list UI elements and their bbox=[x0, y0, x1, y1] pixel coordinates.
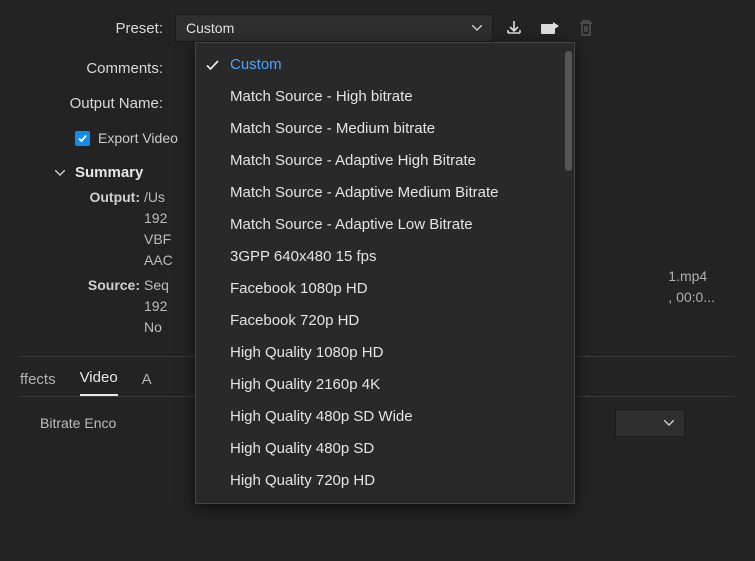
export-video-checkbox[interactable] bbox=[75, 131, 90, 146]
preset-row: Preset: Custom bbox=[20, 14, 735, 42]
dd-item[interactable]: Match Source - High bitrate bbox=[196, 81, 574, 113]
dd-item-label: Match Source - Adaptive Medium Bitrate bbox=[230, 183, 498, 203]
dd-item[interactable]: Facebook 720p HD bbox=[196, 305, 574, 337]
dd-item[interactable]: Match Source - Adaptive Low Bitrate bbox=[196, 209, 574, 241]
dd-item[interactable]: High Quality 480p SD bbox=[196, 433, 574, 465]
dd-item-label: High Quality 480p SD Wide bbox=[230, 407, 413, 427]
dd-item-label: High Quality 2160p 4K bbox=[230, 375, 380, 395]
dd-item[interactable]: High Quality 2160p 4K bbox=[196, 369, 574, 401]
output-name-label: Output Name: bbox=[20, 95, 175, 112]
summary-output-path: /Us bbox=[144, 187, 165, 208]
overflow-text: 1.mp4 , 00:0... bbox=[668, 266, 715, 308]
dd-item-label: High Quality 720p HD bbox=[230, 471, 375, 491]
dd-item[interactable]: High Quality 480p SD Wide bbox=[196, 401, 574, 433]
chevron-down-icon bbox=[55, 170, 65, 176]
dd-item[interactable]: High Quality 1080p HD bbox=[196, 337, 574, 369]
delete-preset-icon bbox=[571, 14, 601, 42]
comments-label: Comments: bbox=[20, 60, 175, 77]
dd-item[interactable]: Match Source - Adaptive High Bitrate bbox=[196, 145, 574, 177]
summary-source-val: Seq bbox=[144, 275, 169, 296]
summary-title: Summary bbox=[75, 164, 143, 181]
dd-item-label: Match Source - Medium bitrate bbox=[230, 119, 435, 139]
overflow-line0: 1.mp4 bbox=[668, 266, 715, 287]
preset-dropdown-value: Custom bbox=[186, 20, 234, 36]
check-icon bbox=[206, 60, 226, 71]
import-preset-icon[interactable] bbox=[535, 14, 565, 42]
dd-item-label: Facebook 720p HD bbox=[230, 311, 359, 331]
dd-item-label: Facebook 1080p HD bbox=[230, 279, 368, 299]
summary-output-label: Output: bbox=[80, 187, 140, 208]
tab-effects[interactable]: ffects bbox=[20, 371, 56, 396]
dd-item-custom[interactable]: Custom bbox=[196, 49, 574, 81]
summary-source-label: Source: bbox=[80, 275, 140, 296]
save-preset-icon[interactable] bbox=[499, 14, 529, 42]
dd-item-label: High Quality 1080p HD bbox=[230, 343, 383, 363]
dd-item[interactable]: Match Source - Medium bitrate bbox=[196, 113, 574, 145]
scrollbar-thumb[interactable] bbox=[565, 51, 572, 171]
dd-item-label: Custom bbox=[230, 55, 282, 75]
dd-item[interactable]: Match Source - Adaptive Medium Bitrate bbox=[196, 177, 574, 209]
preset-label: Preset: bbox=[20, 20, 175, 37]
dd-item-label: Match Source - Adaptive High Bitrate bbox=[230, 151, 476, 171]
bitrate-dropdown[interactable] bbox=[615, 409, 685, 437]
preset-dropdown[interactable]: Custom bbox=[175, 14, 493, 42]
chevron-down-icon bbox=[472, 25, 482, 31]
dd-item[interactable]: 3GPP 640x480 15 fps bbox=[196, 241, 574, 273]
tab-audio[interactable]: A bbox=[142, 371, 152, 396]
bitrate-label: Bitrate Enco bbox=[40, 415, 116, 431]
dd-item-label: High Quality 480p SD bbox=[230, 439, 374, 459]
dd-item[interactable]: Facebook 1080p HD bbox=[196, 273, 574, 305]
tab-video[interactable]: Video bbox=[80, 369, 118, 396]
preset-dropdown-menu: Custom Match Source - High bitrate Match… bbox=[195, 42, 575, 504]
export-video-label: Export Video bbox=[98, 130, 178, 146]
dd-item-label: Match Source - Adaptive Low Bitrate bbox=[230, 215, 473, 235]
overflow-line1: , 00:0... bbox=[668, 287, 715, 308]
dd-item-label: 3GPP 640x480 15 fps bbox=[230, 247, 377, 267]
dd-item[interactable]: High Quality 720p HD bbox=[196, 465, 574, 497]
dd-item-label: Match Source - High bitrate bbox=[230, 87, 413, 107]
